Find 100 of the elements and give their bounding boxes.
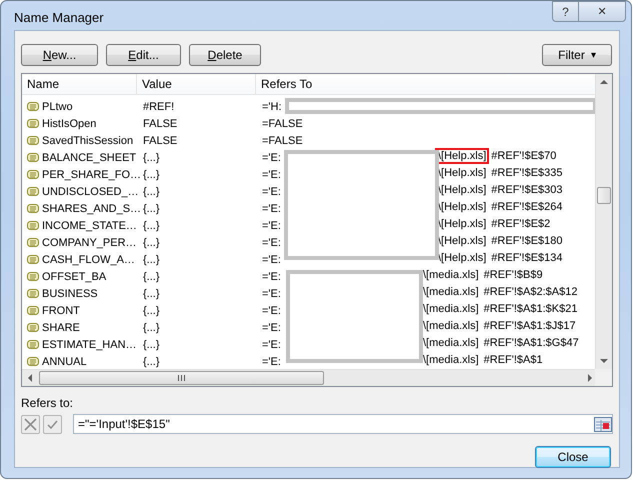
list-icon bbox=[26, 101, 40, 112]
value-cell: {...} bbox=[143, 168, 160, 180]
table-cell-text: \[Help.xls] bbox=[437, 217, 488, 232]
list-icon bbox=[26, 339, 40, 350]
value-cell: {...} bbox=[143, 356, 160, 368]
value-cell: {...} bbox=[143, 152, 160, 164]
name-cell[interactable]: BUSINESS bbox=[42, 288, 98, 300]
window-title: Name Manager bbox=[14, 8, 105, 24]
table-cell-text: ='E: bbox=[262, 186, 281, 198]
name-cell[interactable]: UNDISCLOSED_… bbox=[42, 186, 139, 198]
value-cell: FALSE bbox=[143, 118, 178, 130]
refers-to-label: Refers to: bbox=[21, 396, 74, 410]
name-cell[interactable]: SHARE bbox=[42, 322, 80, 334]
value-cell: {...} bbox=[143, 338, 160, 350]
close-button[interactable]: Close bbox=[535, 446, 611, 468]
table-cell-text: ='E: bbox=[262, 288, 281, 300]
column-header[interactable]: Value bbox=[137, 74, 256, 94]
list-icon bbox=[26, 305, 40, 316]
table-cell-text: ='E: bbox=[262, 254, 281, 266]
table-cell-text: \[media.xls] bbox=[422, 353, 480, 368]
list-icon bbox=[26, 237, 40, 248]
value-cell: {...} bbox=[143, 236, 160, 248]
filter-button[interactable]: Filter ▾ bbox=[542, 44, 612, 66]
table-cell-text: #REF'!$E$303 bbox=[491, 184, 562, 196]
name-cell[interactable]: SavedThisSession bbox=[42, 134, 134, 146]
list-icon bbox=[26, 169, 40, 180]
close-button[interactable]: ✕ bbox=[579, 1, 626, 22]
name-cell[interactable]: COMPANY_PER… bbox=[42, 236, 137, 248]
table-cell-text: #REF'!$A$1 bbox=[484, 354, 543, 366]
list-icon bbox=[26, 118, 40, 129]
help-button[interactable]: ? bbox=[552, 1, 579, 22]
vertical-scrollbar[interactable] bbox=[595, 74, 612, 369]
name-cell[interactable]: OFFSET_BA bbox=[42, 270, 106, 282]
value-cell: {...} bbox=[143, 304, 160, 316]
name-cell[interactable]: PLtwo bbox=[42, 100, 73, 112]
table-cell-text: ='E: bbox=[262, 304, 281, 316]
table-cell-text: #REF'!$E$335 bbox=[491, 167, 562, 179]
horizontal-scrollbar[interactable] bbox=[22, 369, 598, 386]
table-cell-text: ='E: bbox=[262, 152, 281, 164]
scrollbar-corner bbox=[595, 369, 612, 386]
value-cell: #REF! bbox=[143, 100, 174, 112]
table-cell-text: \[Help.xls] bbox=[437, 234, 488, 249]
table-cell-text: \[media.xls] bbox=[422, 285, 480, 300]
table-cell-text: #REF'!$E$70 bbox=[491, 150, 556, 162]
table-cell-text: #REF'!$E$2 bbox=[491, 218, 550, 230]
name-cell[interactable]: FRONT bbox=[42, 304, 80, 316]
list-icon bbox=[26, 254, 40, 265]
table-cell-text: ='E: bbox=[262, 356, 281, 368]
table-cell-text: \[Help.xls] bbox=[437, 183, 488, 198]
range-select-icon[interactable] bbox=[594, 416, 612, 432]
value-cell: {...} bbox=[143, 288, 160, 300]
value-cell: {...} bbox=[143, 186, 160, 198]
table-cell-text: ='H: bbox=[262, 100, 282, 112]
list-icon bbox=[26, 135, 40, 146]
refers-to-field[interactable]: ="='Input'!$E$15" bbox=[73, 414, 613, 434]
table-cell-text: #REF'!$A$1:$K$21 bbox=[484, 303, 578, 315]
value-cell: FALSE bbox=[143, 134, 178, 146]
list-icon bbox=[26, 152, 40, 163]
table-cell-text: \[media.xls] bbox=[422, 268, 480, 283]
table-cell-text: \[media.xls] bbox=[422, 319, 480, 334]
table-cell-text: ='E: bbox=[262, 168, 281, 180]
name-cell[interactable]: BALANCE_SHEET bbox=[42, 152, 136, 164]
table-cell-text: ='E: bbox=[262, 338, 281, 350]
table-cell-text: #REF'!$E$264 bbox=[491, 201, 562, 213]
name-cell[interactable]: HistIsOpen bbox=[42, 118, 96, 130]
table-cell-text: \[Help.xls] bbox=[437, 251, 488, 266]
value-cell: {...} bbox=[143, 322, 160, 334]
toolbar-button[interactable]: New... bbox=[21, 44, 98, 66]
toolbar-button[interactable]: Edit... bbox=[106, 44, 181, 66]
name-cell[interactable]: CASH_FLOW_A… bbox=[42, 254, 135, 266]
table-cell-text: =FALSE bbox=[262, 118, 303, 130]
list-icon bbox=[26, 186, 40, 197]
table-cell-text: \[Help.xls] bbox=[437, 200, 488, 215]
value-cell: {...} bbox=[143, 270, 160, 282]
table-cell-text: ='E: bbox=[262, 202, 281, 214]
table-cell-text: #REF'!$B$9 bbox=[484, 269, 543, 281]
name-cell[interactable]: ESTIMATE_HAN… bbox=[42, 338, 137, 350]
value-cell: {...} bbox=[143, 254, 160, 266]
toolbar-button[interactable]: Delete bbox=[189, 44, 261, 66]
check-icon bbox=[47, 420, 58, 428]
table-cell-text: ='E: bbox=[262, 220, 281, 232]
table-cell-text: #REF'!$A$1:$G$47 bbox=[484, 337, 579, 349]
value-cell: {...} bbox=[143, 220, 160, 232]
column-header[interactable]: Name bbox=[22, 74, 137, 94]
name-cell[interactable]: PER_SHARE_FO… bbox=[42, 168, 142, 180]
table-cell-text: ='E: bbox=[262, 236, 281, 248]
table-cell-text: \[media.xls] bbox=[422, 302, 480, 317]
table-cell-text: \[Help.xls] bbox=[437, 166, 488, 181]
list-icon bbox=[26, 220, 40, 231]
list-icon bbox=[26, 271, 40, 282]
table-cell-text: \[media.xls] bbox=[422, 336, 480, 351]
grip-icon bbox=[178, 375, 185, 381]
column-header[interactable]: Refers To bbox=[256, 74, 598, 94]
confirm-button[interactable] bbox=[43, 414, 62, 434]
name-cell[interactable]: INCOME_STATE… bbox=[42, 220, 137, 232]
name-cell[interactable]: SHARES_AND_S… bbox=[42, 202, 142, 214]
name-cell[interactable]: ANNUAL bbox=[42, 356, 87, 368]
cancel-button[interactable] bbox=[21, 414, 40, 434]
list-icon bbox=[26, 322, 40, 333]
table-cell-text: #REF'!$E$134 bbox=[491, 252, 562, 264]
